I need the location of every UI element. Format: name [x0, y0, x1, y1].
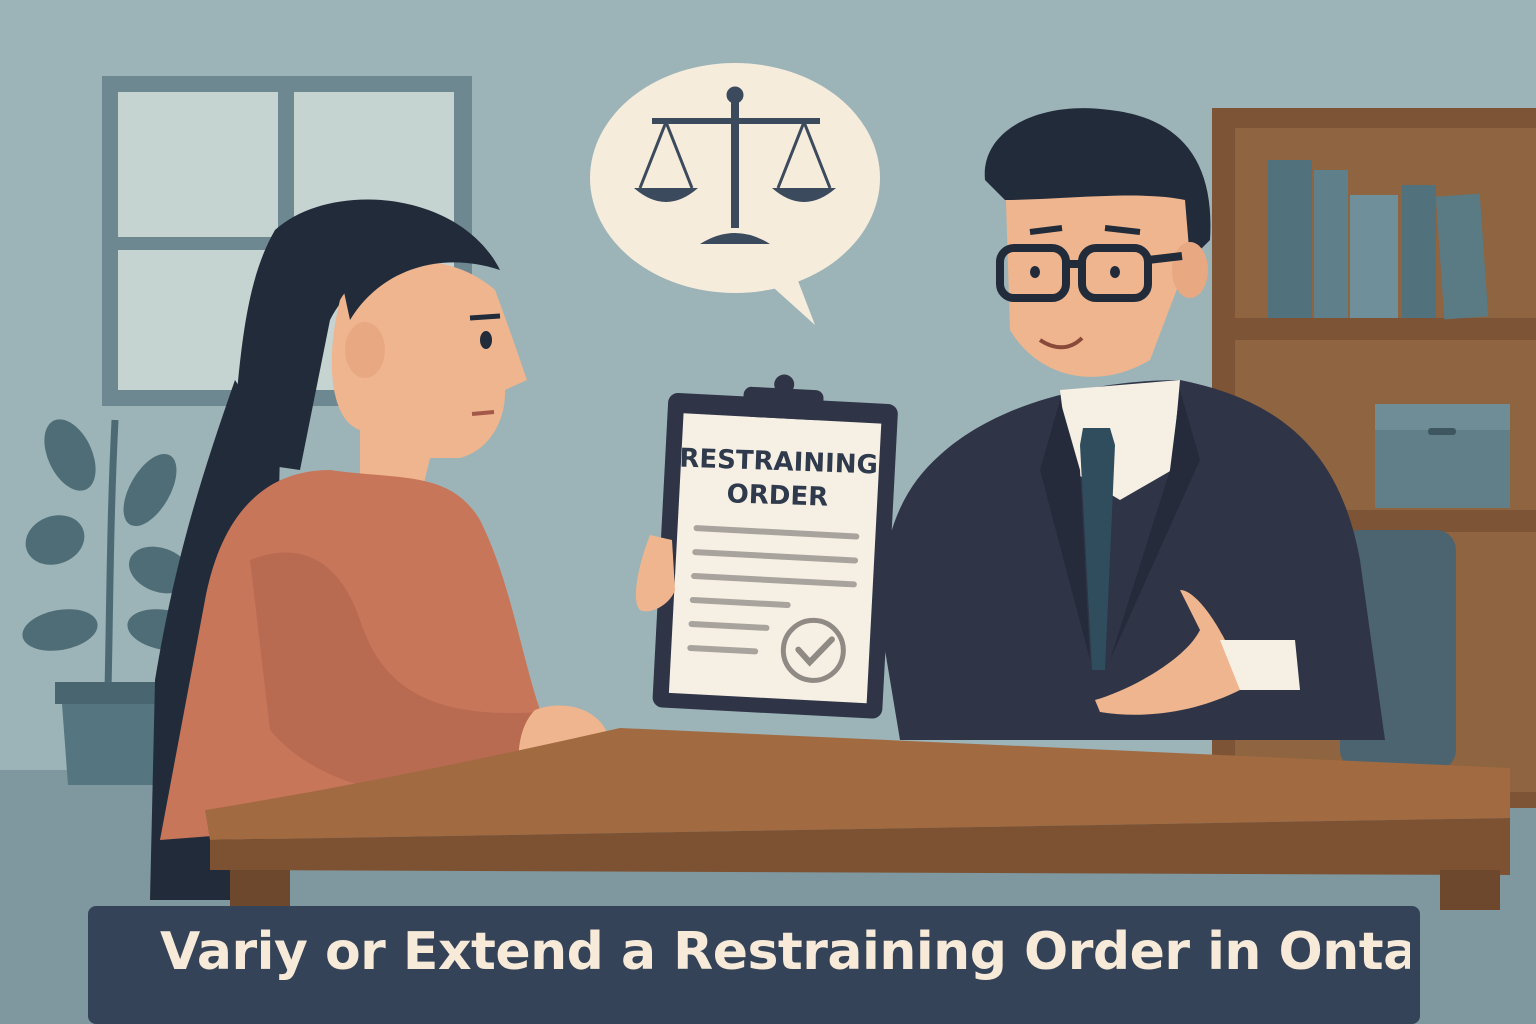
clipboard-document-title: RESTRAINING ORDER [671, 441, 885, 516]
clipboard [652, 374, 898, 719]
banner-title: Variy or Extend a Restraining Order in O… [160, 922, 1410, 982]
